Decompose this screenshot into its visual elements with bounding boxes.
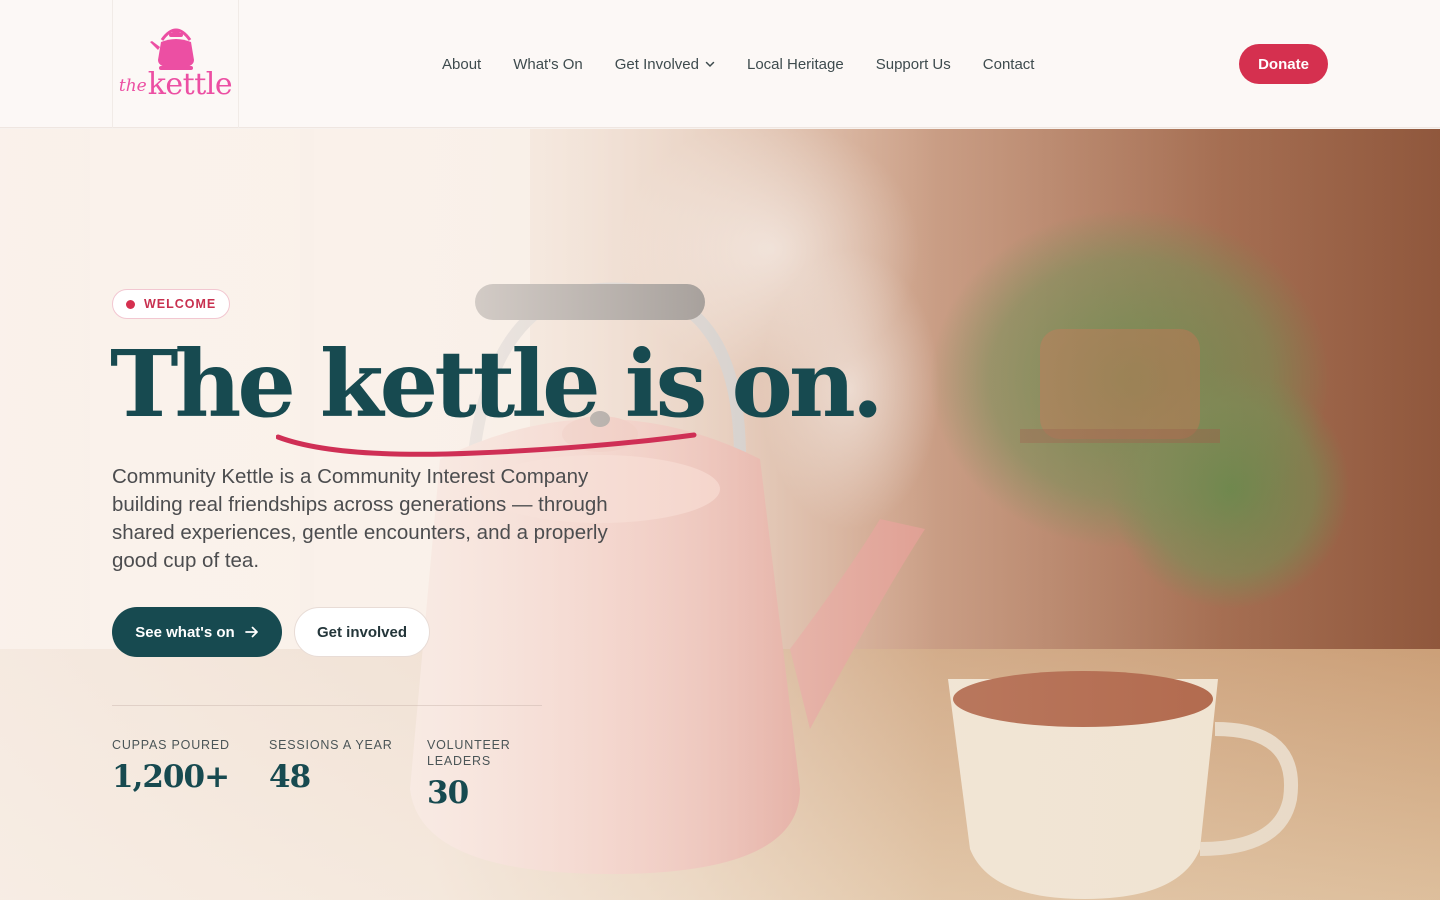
- nav-contact[interactable]: Contact: [967, 56, 1051, 73]
- get-involved-button[interactable]: Get involved: [294, 607, 430, 657]
- nav-support-us[interactable]: Support Us: [860, 56, 967, 73]
- main-navigation: About What's On Get Involved Local Herit…: [426, 0, 1050, 128]
- welcome-badge: WELCOME: [112, 289, 231, 319]
- stat-value: 48: [269, 759, 311, 795]
- kettle-logo-icon: [149, 28, 194, 70]
- logo-wordmark: kettle: [147, 67, 233, 102]
- stat-value: 1,200+: [112, 759, 230, 795]
- see-whats-on-label: See what's on: [135, 623, 235, 641]
- chevron-down-icon: [705, 61, 715, 68]
- nav-about[interactable]: About: [426, 56, 497, 73]
- hero-section: WELCOME The kettle is on. Community Kett…: [0, 129, 1440, 900]
- stat-label: CUPPAS POURED: [112, 738, 230, 752]
- nav-get-involved-label: Get Involved: [614, 55, 699, 73]
- hero-title-highlight: kettle is on.: [319, 330, 884, 438]
- status-dot-icon: [126, 299, 135, 309]
- stat-volunteers: VOLUNTEER LEADERS 30: [427, 737, 537, 811]
- site-logo[interactable]: thekettle: [112, 0, 239, 128]
- hero-title: The kettle is on.: [110, 334, 884, 434]
- logo-prefix: the: [118, 76, 147, 96]
- title-underline-decoration: [276, 432, 697, 457]
- hero-description: Community Kettle is a Community Interest…: [112, 465, 608, 572]
- nav-whats-on[interactable]: What's On: [497, 56, 599, 73]
- arrow-right-icon: [244, 626, 258, 638]
- donate-button[interactable]: Donate: [1239, 44, 1328, 84]
- nav-get-involved[interactable]: Get Involved: [599, 56, 731, 73]
- hero-title-the: The: [110, 330, 320, 438]
- stat-sessions: SESSIONS A YEAR 48: [269, 737, 393, 795]
- nav-local-heritage[interactable]: Local Heritage: [731, 56, 860, 73]
- welcome-badge-label: WELCOME: [144, 297, 217, 311]
- stat-cuppas: CUPPAS POURED 1,200+: [112, 737, 230, 795]
- stat-value: 30: [427, 775, 469, 811]
- stat-label: SESSIONS A YEAR: [269, 738, 393, 752]
- site-header: thekettle About What's On Get Involved L…: [0, 0, 1440, 128]
- stats-divider: [112, 705, 542, 706]
- stat-label: VOLUNTEER LEADERS: [427, 738, 511, 768]
- see-whats-on-button[interactable]: See what's on: [112, 607, 282, 657]
